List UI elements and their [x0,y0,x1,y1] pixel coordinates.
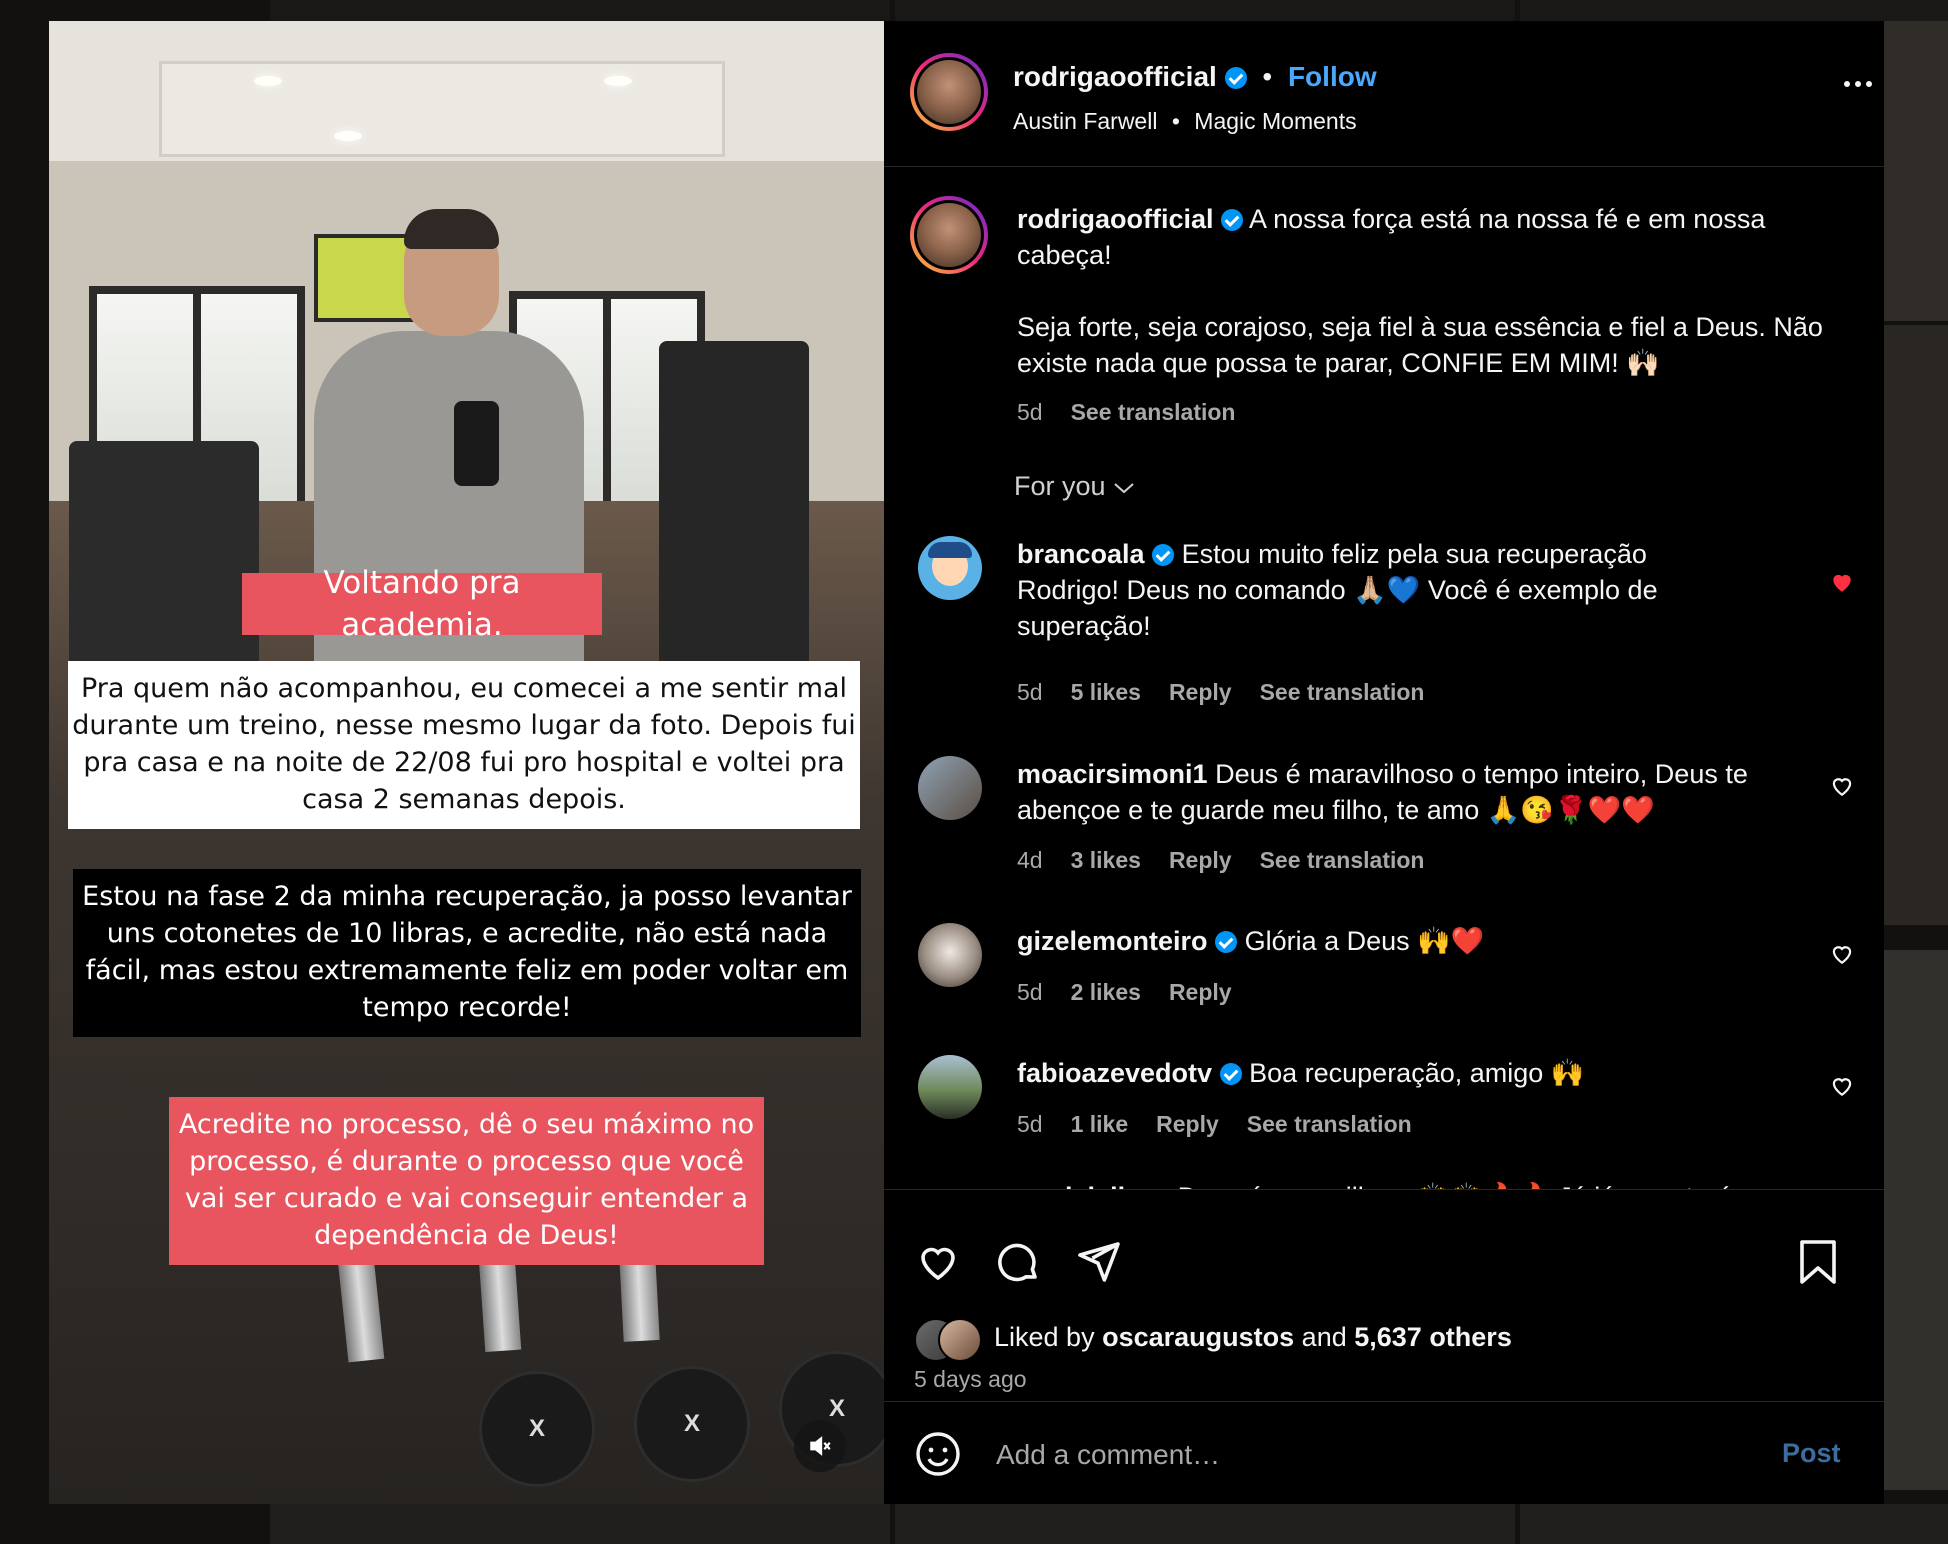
action-bar: Liked by oscaraugustos and 5,637 others … [884,1189,1884,1410]
reply-button[interactable]: Reply [1156,1111,1219,1138]
phone [454,401,499,486]
audio-track[interactable]: Magic Moments [1194,108,1356,134]
comment-likes[interactable]: 1 like [1071,1111,1129,1138]
heart-filled-icon[interactable] [1829,569,1855,595]
avatar[interactable] [918,1055,982,1119]
comment-text: brancoala Estou muito feliz pela sua rec… [1017,539,1658,641]
avatar[interactable] [910,53,988,131]
comment-composer: Post [884,1401,1884,1504]
comment-input[interactable] [994,1432,1698,1478]
comment-likes[interactable]: 2 likes [1071,979,1141,1006]
verified-badge-icon [1152,544,1175,566]
post-media[interactable]: X X X Voltando pra academia. Pra quem nã… [49,21,884,1504]
verified-badge-icon [1219,1063,1242,1085]
avatar[interactable] [918,756,982,820]
share-icon[interactable] [1074,1238,1122,1286]
post-details-panel: rodrigaoofficial • Follow Austin Farwell… [884,21,1884,1504]
comment-likes[interactable]: 5 likes [1071,679,1141,706]
dumbbell: X [634,1366,750,1482]
heart-outline-icon[interactable] [1829,1073,1855,1099]
author-username[interactable]: rodrigaoofficial [1013,61,1217,92]
video-caption-block: Pra quem não acompanhou, eu comecei a me… [68,661,860,829]
emoji-icon[interactable] [914,1430,962,1478]
verified-badge-icon [1221,209,1244,231]
avatar[interactable] [910,196,988,274]
comment-text: moacirsimoni1 Deus é maravilhoso o tempo… [1017,759,1748,825]
reply-button[interactable]: Reply [1169,979,1232,1006]
caption-time[interactable]: 5d [1017,399,1043,426]
post-header: rodrigaoofficial • Follow Austin Farwell… [884,21,1884,167]
verified-badge-icon [1224,67,1247,89]
reply-button[interactable]: Reply [1169,847,1232,874]
comment-icon[interactable] [994,1238,1042,1286]
video-caption-block: Estou na fase 2 da minha recuperação, ja… [73,869,861,1037]
audio-artist[interactable]: Austin Farwell [1013,108,1157,134]
see-translation-link[interactable]: See translation [1260,847,1425,874]
stair-machine [659,341,809,671]
comment-likes[interactable]: 3 likes [1071,847,1141,874]
post-date[interactable]: 5 days ago [914,1366,1027,1393]
post-caption: rodrigaoofficial A nossa força está na n… [1017,204,1766,270]
dumbbell: X [479,1371,595,1487]
avatar[interactable] [918,536,982,600]
reply-button[interactable]: Reply [1169,679,1232,706]
heart-outline-icon[interactable] [914,1238,962,1286]
see-translation-link[interactable]: See translation [1247,1111,1412,1138]
video-caption-block: Acredite no processo, dê o seu máximo no… [169,1097,764,1265]
post-comment-button[interactable]: Post [1782,1438,1841,1469]
follow-button[interactable]: Follow [1288,61,1377,92]
more-options-icon[interactable] [1844,81,1872,87]
video-caption-title: Voltando pra academia. [242,565,602,643]
mute-button[interactable] [794,1420,846,1472]
for-you-filter[interactable]: For you [1014,471,1135,502]
verified-badge-icon [1215,931,1238,953]
comment-text: gizelemonteiro Glória a Deus 🙌❤️ [1017,926,1485,956]
avatar [938,1318,982,1362]
likes-summary: Liked by oscaraugustos and 5,637 others [994,1322,1512,1352]
post-caption-body: Seja forte, seja corajoso, seja fiel à s… [1017,312,1823,378]
see-translation-link[interactable]: See translation [1260,679,1425,706]
avatar[interactable] [918,923,982,987]
post-modal: X X X Voltando pra academia. Pra quem nã… [49,21,1884,1504]
comment-text: fabioazevedotv Boa recuperação, amigo 🙌 [1017,1058,1585,1088]
chevron-down-icon [1114,483,1134,494]
ceiling [49,21,884,161]
heart-outline-icon[interactable] [1829,773,1855,799]
speaker-muted-icon [810,1436,831,1456]
bookmark-icon[interactable] [1796,1238,1840,1286]
heart-outline-icon[interactable] [1829,941,1855,967]
see-translation-link[interactable]: See translation [1071,399,1236,426]
